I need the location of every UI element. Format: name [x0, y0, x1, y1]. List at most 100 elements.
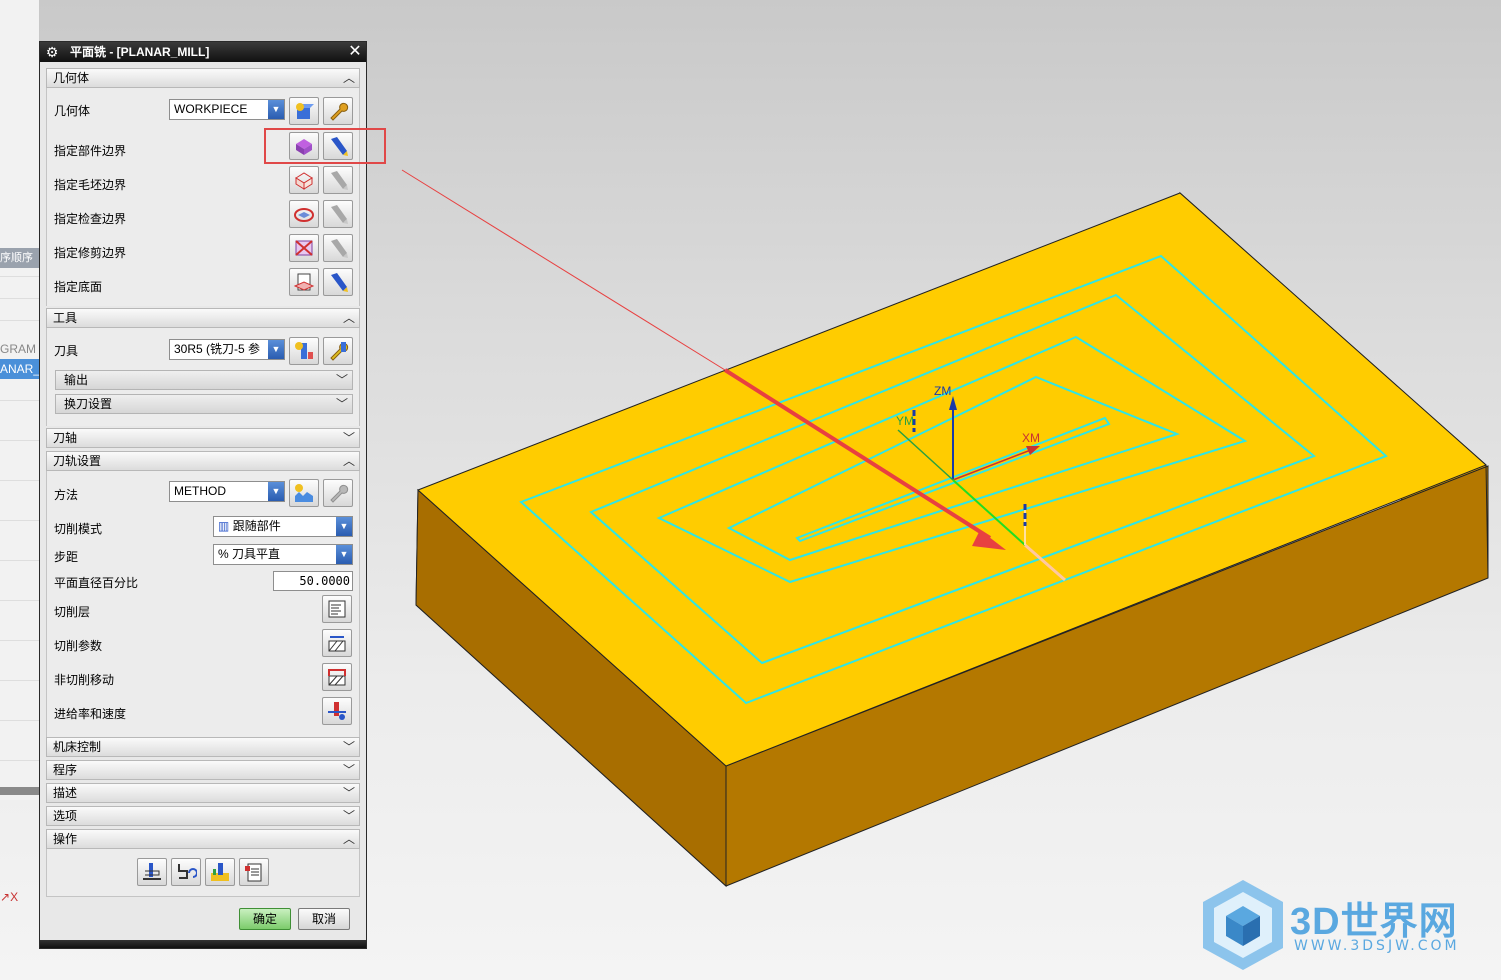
- navigator-row-operation[interactable]: ANAR_: [0, 359, 40, 379]
- follow-part-icon: ▥: [218, 519, 230, 533]
- display-blank-boundary-button[interactable]: [323, 166, 353, 194]
- tool-select-value: 30R5 (铣刀-5 参: [174, 342, 261, 356]
- chevron-up-icon[interactable]: ︿: [342, 830, 356, 848]
- non-cutting-moves-button[interactable]: [322, 663, 352, 691]
- list-toolpath-button[interactable]: [239, 858, 269, 886]
- wrench-disabled-icon: [330, 484, 349, 503]
- section-tool-label: 工具: [53, 311, 78, 325]
- method-select-value: METHOD: [174, 484, 226, 498]
- method-label: 方法: [54, 488, 79, 502]
- verify-toolpath-button[interactable]: [205, 858, 235, 886]
- chevron-down-icon[interactable]: ﹀: [342, 807, 356, 825]
- method-select[interactable]: METHOD ▼: [169, 481, 285, 502]
- tool-change-subsection[interactable]: 换刀设置 ﹀: [55, 394, 353, 414]
- edit-tool-icon: [330, 342, 349, 361]
- feeds-speeds-label: 进给率和速度: [54, 707, 127, 721]
- cut-parameters-label: 切削参数: [54, 639, 103, 653]
- section-path-settings-header[interactable]: 刀轨设置 ︿: [46, 451, 360, 471]
- display-check-boundary-button[interactable]: [323, 200, 353, 228]
- section-path-settings-body: 方法 METHOD ▼ 切削模式 ▥ 跟随部件 ▼ 步距 % 刀具平直 ▼ 平面…: [46, 471, 360, 737]
- dialog-titlebar[interactable]: ⚙ 平面铣 - [PLANAR_MILL] ✕: [40, 42, 366, 62]
- non-cutting-moves-icon: [328, 669, 346, 686]
- section-tool-header[interactable]: 工具 ︿: [46, 308, 360, 328]
- feeds-speeds-button[interactable]: [322, 697, 352, 725]
- section-machine-control-header[interactable]: 机床控制 ﹀: [46, 737, 360, 757]
- section-actions-header[interactable]: 操作 ︿: [46, 829, 360, 849]
- chevron-down-icon[interactable]: ▼: [336, 545, 352, 564]
- chevron-down-icon[interactable]: ﹀: [335, 371, 349, 389]
- select-trim-boundary-button[interactable]: [289, 234, 319, 262]
- dialog-title: 平面铣 - [PLANAR_MILL]: [70, 45, 210, 59]
- cut-levels-button[interactable]: [322, 595, 352, 623]
- new-geometry-icon: [296, 103, 314, 119]
- section-description-header[interactable]: 描述 ﹀: [46, 783, 360, 803]
- section-geometry-header[interactable]: 几何体 ︿: [46, 68, 360, 88]
- chevron-down-icon[interactable]: ▼: [268, 482, 284, 501]
- specify-blank-boundary-label: 指定毛坯边界: [54, 178, 127, 192]
- flashlight-disabled-icon: [331, 171, 348, 190]
- section-options-label: 选项: [53, 809, 78, 823]
- edit-method-button[interactable]: [323, 479, 353, 507]
- section-actions-label: 操作: [53, 832, 78, 846]
- chevron-down-icon[interactable]: ▼: [268, 100, 284, 119]
- geometry-select-value: WORKPIECE: [174, 102, 248, 116]
- stepover-select[interactable]: % 刀具平直 ▼: [213, 544, 353, 565]
- cut-parameters-button[interactable]: [322, 629, 352, 657]
- display-trim-boundary-button[interactable]: [323, 234, 353, 262]
- tool-select[interactable]: 30R5 (铣刀-5 参 ▼: [169, 339, 285, 360]
- output-label: 输出: [64, 373, 89, 387]
- select-floor-button[interactable]: [289, 268, 319, 296]
- section-tool-axis-header[interactable]: 刀轴 ﹀: [46, 428, 360, 448]
- chevron-down-icon[interactable]: ﹀: [335, 395, 349, 413]
- chevron-down-icon[interactable]: ﹀: [342, 429, 356, 447]
- flashlight-disabled-icon: [331, 205, 348, 224]
- navigator-scrollbar[interactable]: [0, 787, 40, 795]
- navigator-header: 序顺序: [0, 248, 40, 268]
- chevron-down-icon[interactable]: ﹀: [342, 784, 356, 802]
- new-geometry-button[interactable]: [289, 97, 319, 125]
- floor-plane-icon: [293, 273, 315, 291]
- section-tool-axis-label: 刀轴: [53, 431, 78, 445]
- geometry-select[interactable]: WORKPIECE ▼: [169, 99, 285, 120]
- chevron-down-icon[interactable]: ﹀: [342, 761, 356, 779]
- stepover-label: 步距: [54, 550, 79, 564]
- close-icon[interactable]: ✕: [346, 43, 364, 61]
- cut-pattern-label: 切削模式: [54, 522, 103, 536]
- cut-pattern-select-value: 跟随部件: [232, 519, 281, 533]
- output-subsection[interactable]: 输出 ﹀: [55, 370, 353, 390]
- new-method-button[interactable]: [289, 479, 319, 507]
- chevron-up-icon[interactable]: ︿: [342, 309, 356, 327]
- chevron-up-icon[interactable]: ︿: [342, 69, 356, 87]
- operation-navigator: 序顺序 GRAM ANAR_: [0, 0, 40, 800]
- percent-flat-diameter-input[interactable]: 50.0000: [273, 571, 353, 591]
- edit-geometry-button[interactable]: [323, 97, 353, 125]
- planar-mill-dialog: ⚙ 平面铣 - [PLANAR_MILL] ✕ 几何体 ︿ 几何体 WORKPI…: [39, 41, 367, 949]
- navigator-row-program[interactable]: GRAM: [0, 339, 40, 359]
- gear-icon[interactable]: ⚙: [44, 44, 60, 60]
- new-tool-icon: [295, 342, 313, 359]
- stepover-select-value: % 刀具平直: [218, 547, 281, 561]
- cancel-button[interactable]: 取消: [298, 908, 350, 930]
- chevron-up-icon[interactable]: ︿: [342, 452, 356, 470]
- cut-levels-label: 切削层: [54, 605, 91, 619]
- new-tool-button[interactable]: [289, 337, 319, 365]
- specify-trim-boundary-label: 指定修剪边界: [54, 246, 127, 260]
- verify-icon: [211, 863, 229, 881]
- section-options-header[interactable]: 选项 ﹀: [46, 806, 360, 826]
- ok-button[interactable]: 确定: [239, 908, 291, 930]
- edit-tool-button[interactable]: [323, 337, 353, 365]
- select-check-boundary-button[interactable]: [289, 200, 319, 228]
- cut-pattern-select[interactable]: ▥ 跟随部件 ▼: [213, 516, 353, 537]
- chevron-down-icon[interactable]: ▼: [336, 517, 352, 536]
- zm-label: ZM: [934, 384, 951, 398]
- feeds-speeds-icon: [328, 702, 346, 720]
- select-blank-boundary-button[interactable]: [289, 166, 319, 194]
- replay-toolpath-button[interactable]: [171, 858, 201, 886]
- section-program-header[interactable]: 程序 ﹀: [46, 760, 360, 780]
- display-floor-button[interactable]: [323, 268, 353, 296]
- generate-toolpath-button[interactable]: [137, 858, 167, 886]
- chevron-down-icon[interactable]: ▼: [268, 340, 284, 359]
- chevron-down-icon[interactable]: ﹀: [342, 738, 356, 756]
- flashlight-icon: [331, 273, 348, 292]
- non-cutting-moves-label: 非切削移动: [54, 673, 115, 687]
